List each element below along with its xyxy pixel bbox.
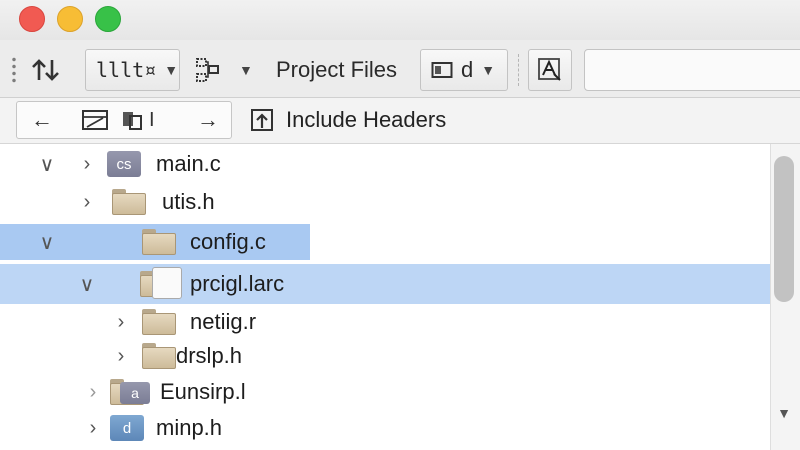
back-button[interactable]: ← <box>31 102 53 138</box>
chevron-down-icon: ▼ <box>481 62 496 78</box>
tree-row-highlighted[interactable]: ∨ prcigl.larc <box>0 264 770 304</box>
disclosure-closed-icon[interactable]: › <box>110 345 132 368</box>
file-history-button[interactable]: I <box>121 102 155 138</box>
scrollbar-thumb[interactable] <box>774 156 794 302</box>
include-headers-icon <box>251 109 273 131</box>
layout-label: d <box>461 57 474 82</box>
back-arrow-icon: ← <box>31 107 53 132</box>
tree-row[interactable]: › d minp.h <box>0 410 770 446</box>
file-icon-text: d <box>122 419 132 437</box>
file-history-label: I <box>149 108 155 131</box>
file-icon-text: a <box>131 385 139 401</box>
close-window-button[interactable] <box>19 6 45 32</box>
chevron-down-icon: ▼ <box>164 62 179 78</box>
include-headers-toggle[interactable]: Include Headers <box>250 102 446 138</box>
tree-row-label: minp.h <box>156 415 223 440</box>
include-headers-label: Include Headers <box>286 107 447 132</box>
scheme-dropdown[interactable]: lllt¤ ▼ <box>85 49 180 91</box>
title-bar <box>0 0 800 40</box>
swift-file-icon: d <box>110 415 144 441</box>
tree-row[interactable]: ∨ › cs main.c <box>0 146 770 182</box>
toolbar: lllt¤ ▼ ▼ Project Files d ▼ <box>0 40 800 98</box>
tree-row-selected[interactable]: ∨ config.c <box>0 224 770 260</box>
tree-row-label: config.c <box>190 229 266 254</box>
tree-row-label: prcigl.larc <box>190 271 285 296</box>
tree-row[interactable]: › drslp.h <box>0 338 770 374</box>
sort-button[interactable] <box>30 49 64 91</box>
font-icon <box>538 58 561 81</box>
navigation-bar: ← I → Include Headers <box>0 98 800 144</box>
folder-icon <box>142 343 176 369</box>
tree-row-label: netiig.r <box>190 309 257 334</box>
layout-dropdown[interactable]: d ▼ <box>420 49 508 91</box>
folder-icon <box>142 309 176 335</box>
tree-row[interactable]: › a Eunsirp.l <box>0 374 770 410</box>
window-layout-icon <box>431 62 453 78</box>
disclosure-closed-icon[interactable]: › <box>110 311 132 334</box>
chevron-down-icon: ▼ <box>239 62 253 78</box>
tree-row-label: utis.h <box>162 189 215 214</box>
file-history-icon <box>123 112 142 130</box>
drag-handle-icon[interactable] <box>12 56 16 84</box>
tree-row-label: main.c <box>156 151 221 176</box>
hierarchy-dropdown[interactable]: ▼ <box>195 49 253 91</box>
disclosure-open-icon[interactable]: ∨ <box>36 230 58 255</box>
tree-row[interactable]: › utis.h <box>0 184 770 220</box>
toolbar-separator <box>518 54 519 86</box>
disclosure-open-icon[interactable]: ∨ <box>76 272 98 297</box>
tree-row-label: drslp.h <box>176 343 243 368</box>
project-files-text: Project Files <box>276 57 398 82</box>
folder-icon <box>142 229 176 255</box>
sort-arrows-icon <box>32 59 59 81</box>
forward-arrow-icon: → <box>197 107 219 132</box>
zoom-window-button[interactable] <box>95 6 121 32</box>
disclosure-closed-icon[interactable]: › <box>82 417 104 440</box>
header-file-icon: a <box>120 382 150 404</box>
minimize-window-button[interactable] <box>57 6 83 32</box>
font-button[interactable] <box>528 49 572 91</box>
forward-button[interactable]: → <box>197 102 219 138</box>
related-items-icon <box>82 110 108 130</box>
folder-icon <box>112 189 146 215</box>
tree-row-label: Eunsirp.l <box>160 379 246 404</box>
document-file-icon <box>152 267 182 299</box>
hierarchy-icon <box>196 58 219 82</box>
disclosure-closed-icon[interactable]: › <box>76 191 98 214</box>
related-items-button[interactable] <box>81 102 109 138</box>
c-source-file-icon: cs <box>107 151 141 177</box>
file-tree: ∨ › cs main.c › utis.h ∨ config.c ∨ prci… <box>0 144 800 450</box>
search-field[interactable] <box>584 49 800 91</box>
disclosure-closed-icon[interactable]: › <box>82 381 104 404</box>
disclosure-closed-icon[interactable]: › <box>76 153 98 176</box>
tree-row[interactable]: › netiig.r <box>0 304 770 340</box>
project-files-label[interactable]: Project Files <box>276 49 397 91</box>
disclosure-open-icon[interactable]: ∨ <box>36 152 58 177</box>
scheme-label: lllt¤ <box>96 58 157 82</box>
navigation-controls: ← I → <box>16 101 232 139</box>
scroll-down-arrow-icon[interactable]: ▼ <box>772 405 796 421</box>
file-icon-text: cs <box>116 155 132 173</box>
